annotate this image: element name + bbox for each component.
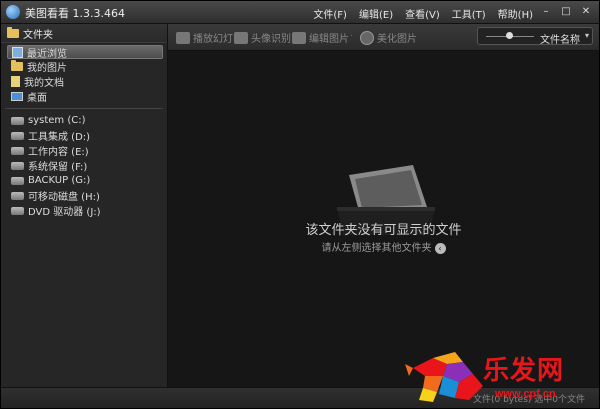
watermark-brand: 乐发网: [483, 356, 565, 386]
menu-view[interactable]: 查看(V): [405, 6, 440, 21]
sidebar-item-label: DVD 驱动器 (J:): [28, 207, 101, 218]
menu-edit[interactable]: 编辑(E): [359, 6, 393, 21]
sidebar-item-drive-e[interactable]: 工作内容 (E:): [1, 143, 167, 158]
dvd-drive-icon: [11, 206, 24, 215]
chevron-down-icon[interactable]: ▾: [585, 31, 589, 40]
menu-tools[interactable]: 工具(T): [452, 6, 486, 21]
window-title: 美图看看 1.3.3.464: [25, 7, 125, 20]
toolbar: 播放幻灯 头像识别 编辑图片 · 美化图片 文件名称 ▾: [168, 24, 599, 51]
watermark-url: www.cpf.cn: [495, 388, 556, 400]
sidebar-item-drive-d[interactable]: 工具集成 (D:): [1, 128, 167, 143]
edit-image-icon: [292, 31, 306, 44]
maximize-button[interactable]: □: [557, 4, 575, 19]
sidebar-item-label: system (C:): [28, 115, 86, 126]
sidebar-item-drive-c[interactable]: system (C:): [1, 113, 167, 128]
sidebar-item-desktop[interactable]: 桌面: [1, 89, 167, 104]
face-detect-button[interactable]: 头像识别: [234, 30, 291, 45]
sidebar-item-drive-h[interactable]: 可移动磁盘 (H:): [1, 188, 167, 203]
sidebar-item-label: 最近浏览: [27, 48, 67, 60]
sidebar-item-drive-f[interactable]: 系统保留 (F:): [1, 158, 167, 173]
watermark-logo-icon: [405, 352, 483, 402]
sidebar-item-label: 系统保留 (F:): [28, 162, 88, 173]
folder-sidebar: 文件夹 最近浏览 我的图片 我的文档 桌面 system (C:) 工具集成 (…: [1, 24, 168, 387]
slideshow-button[interactable]: 播放幻灯: [176, 30, 233, 45]
sidebar-item-label: 我的图片: [27, 63, 67, 74]
sidebar-item-drive-j[interactable]: DVD 驱动器 (J:): [1, 203, 167, 218]
menu-file[interactable]: 文件(F): [313, 6, 347, 21]
sidebar-header: 文件夹: [1, 24, 167, 43]
drive-icon: [11, 161, 24, 170]
folder-icon: [7, 26, 19, 38]
empty-hint-text: 请从左侧选择其他文件夹: [321, 243, 432, 254]
window-controls: – □ ✕: [537, 4, 595, 19]
beautify-icon: [360, 30, 374, 45]
slideshow-label: 播放幻灯: [193, 34, 233, 45]
app-window: 美图看看 1.3.3.464 文件(F) 编辑(E) 查看(V) 工具(T) 帮…: [0, 0, 600, 409]
drive-icon: [11, 116, 24, 125]
minimize-button[interactable]: –: [537, 4, 555, 19]
app-logo-icon: [6, 5, 20, 19]
edit-image-label: 编辑图片: [309, 34, 349, 45]
menu-bar: 文件(F) 编辑(E) 查看(V) 工具(T) 帮助(H): [313, 6, 533, 21]
chevron-left-icon[interactable]: ‹: [434, 242, 446, 254]
title-bar[interactable]: 美图看看 1.3.3.464 文件(F) 编辑(E) 查看(V) 工具(T) 帮…: [1, 1, 599, 24]
sidebar-item-label: BACKUP (G:): [28, 175, 91, 186]
desktop-icon: [11, 92, 23, 101]
sidebar-item-label: 可移动磁盘 (H:): [28, 192, 100, 203]
watermark: 乐发网 www.cpf.cn: [403, 346, 593, 406]
zoom-slider-handle[interactable]: [506, 32, 513, 39]
slideshow-icon: [176, 31, 190, 44]
empty-message: 该文件夹没有可显示的文件: [305, 223, 462, 238]
removable-drive-icon: [11, 191, 24, 200]
view-controls: 文件名称 ▾: [477, 27, 593, 46]
face-detect-icon: [234, 31, 248, 44]
drive-icon: [11, 146, 24, 155]
drive-icon: [11, 176, 24, 185]
sidebar-item-recent[interactable]: 最近浏览: [7, 45, 163, 60]
close-button[interactable]: ✕: [577, 4, 595, 19]
sidebar-item-label: 桌面: [27, 93, 47, 104]
empty-hint: 请从左侧选择其他文件夹 ‹: [168, 239, 599, 254]
sidebar-item-label: 工具集成 (D:): [28, 132, 91, 143]
document-icon: [11, 76, 20, 87]
drive-icon: [11, 131, 24, 140]
sidebar-item-label: 工作内容 (E:): [28, 147, 89, 158]
face-detect-label: 头像识别: [251, 34, 291, 45]
thumbnail-area: 该文件夹没有可显示的文件 请从左侧选择其他文件夹 ‹: [168, 51, 599, 387]
folder-icon: [11, 60, 23, 71]
sidebar-item-my-pictures[interactable]: 我的图片: [1, 59, 167, 74]
sidebar-divider: [5, 108, 163, 109]
sidebar-item-label: 我的文档: [24, 78, 64, 89]
beautify-button[interactable]: 美化图片: [360, 30, 417, 45]
sort-dropdown[interactable]: 文件名称: [540, 31, 580, 46]
beautify-label: 美化图片: [377, 34, 417, 45]
sidebar-header-label: 文件夹: [23, 29, 53, 41]
sidebar-item-my-documents[interactable]: 我的文档: [1, 74, 167, 89]
sidebar-item-drive-g[interactable]: BACKUP (G:): [1, 173, 167, 188]
toolbar-separator: ·: [350, 31, 354, 42]
menu-help[interactable]: 帮助(H): [498, 6, 533, 21]
edit-image-button[interactable]: 编辑图片: [292, 30, 349, 45]
recent-icon: [12, 46, 23, 58]
